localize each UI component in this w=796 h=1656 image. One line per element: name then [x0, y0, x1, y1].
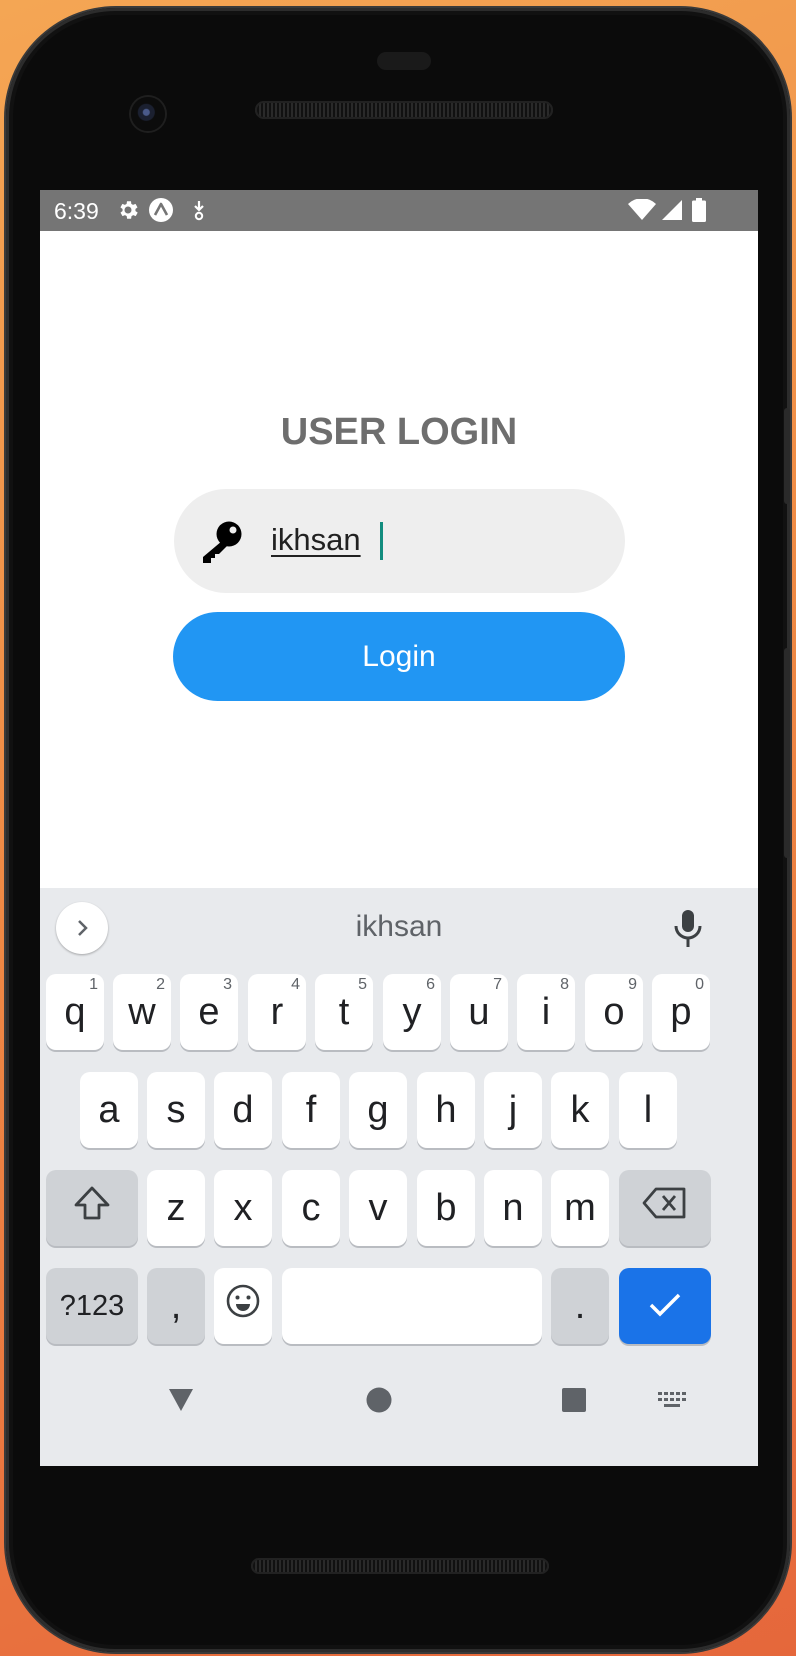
bottom-speaker-grill — [251, 1558, 549, 1574]
key-label: r — [270, 990, 284, 1033]
key-hint: 0 — [695, 976, 704, 993]
login-button[interactable]: Login — [173, 612, 625, 701]
device-screen: 6:39 USER LOGIN ikhsan Login ikhsan q 1 … — [40, 190, 758, 1466]
emoji-icon — [225, 1283, 261, 1329]
key-j[interactable]: j — [484, 1072, 542, 1148]
status-bar: 6:39 — [40, 190, 758, 231]
key-hint: 7 — [493, 976, 502, 993]
key-e[interactable]: e3 — [180, 974, 238, 1050]
key-i[interactable]: i8 — [517, 974, 575, 1050]
key-l[interactable]: l — [619, 1072, 677, 1148]
key-label: t — [338, 990, 350, 1033]
key-hint: 4 — [291, 976, 300, 993]
key-z[interactable]: z — [147, 1170, 205, 1246]
backspace-icon — [642, 1186, 688, 1230]
emoji-key[interactable] — [214, 1268, 272, 1344]
top-speaker-grill — [255, 101, 553, 119]
key-label: y — [402, 990, 422, 1033]
key-label: e — [198, 990, 220, 1033]
comma-key[interactable]: , — [147, 1268, 205, 1344]
key-b[interactable]: b — [417, 1170, 475, 1246]
key-u[interactable]: u7 — [450, 974, 508, 1050]
back-icon[interactable] — [166, 1384, 196, 1419]
key-hint: 1 — [89, 976, 98, 993]
download-icon — [186, 197, 212, 223]
key-hint: 3 — [223, 976, 232, 993]
gear-icon — [115, 197, 141, 223]
power-button — [784, 648, 790, 858]
key-label: q — [64, 990, 86, 1033]
key-c[interactable]: c — [282, 1170, 340, 1246]
key-k[interactable]: k — [551, 1072, 609, 1148]
key-q[interactable]: q1 — [46, 974, 104, 1050]
key-hint: 2 — [156, 976, 165, 993]
key-label: i — [541, 990, 551, 1033]
key-label: w — [128, 990, 156, 1033]
key-hint: 9 — [628, 976, 637, 993]
key-w[interactable]: w2 — [113, 974, 171, 1050]
wifi-icon — [627, 197, 657, 223]
checkmark-icon — [648, 1285, 682, 1328]
key-a[interactable]: a — [80, 1072, 138, 1148]
username-value: ikhsan — [271, 522, 361, 557]
key-label: o — [603, 990, 625, 1033]
key-t[interactable]: t5 — [315, 974, 373, 1050]
key-x[interactable]: x — [214, 1170, 272, 1246]
username-input[interactable]: ikhsan — [271, 522, 361, 558]
key-h[interactable]: h — [417, 1072, 475, 1148]
key-o[interactable]: o9 — [585, 974, 643, 1050]
volume-button — [784, 408, 790, 504]
text-caret — [380, 522, 383, 560]
login-screen: USER LOGIN ikhsan Login — [40, 231, 758, 881]
shift-icon — [72, 1185, 112, 1231]
key-d[interactable]: d — [214, 1072, 272, 1148]
navigation-bar — [40, 1346, 758, 1466]
symbols-key[interactable]: ?123 — [46, 1268, 138, 1344]
username-field[interactable]: ikhsan — [174, 489, 625, 593]
space-key[interactable] — [282, 1268, 542, 1344]
key-r[interactable]: r4 — [248, 974, 306, 1050]
shift-key[interactable] — [46, 1170, 138, 1246]
microphone-icon[interactable] — [668, 906, 708, 950]
status-time: 6:39 — [54, 198, 99, 224]
suggestion-bar: ikhsan — [40, 888, 758, 966]
backspace-key[interactable] — [619, 1170, 711, 1246]
key-n[interactable]: n — [484, 1170, 542, 1246]
page-title: USER LOGIN — [280, 411, 518, 453]
front-camera — [131, 97, 165, 131]
earpiece — [377, 52, 431, 70]
key-v[interactable]: v — [349, 1170, 407, 1246]
key-s[interactable]: s — [147, 1072, 205, 1148]
key-label: u — [468, 990, 490, 1033]
key-hint: 8 — [560, 976, 569, 993]
keyboard-switch-icon[interactable] — [658, 1392, 688, 1413]
key-f[interactable]: f — [282, 1072, 340, 1148]
soft-keyboard: ikhsan q1 w2 e3 r4 t5 y6 u7 i8 o9 p0 a s… — [40, 888, 758, 1466]
key-label: p — [670, 990, 692, 1033]
key-icon — [200, 517, 248, 565]
period-key[interactable]: . — [551, 1268, 609, 1344]
key-hint: 6 — [426, 976, 435, 993]
home-icon[interactable] — [365, 1386, 393, 1419]
cellular-icon — [659, 197, 685, 223]
key-y[interactable]: y6 — [383, 974, 441, 1050]
battery-icon — [689, 197, 709, 223]
key-g[interactable]: g — [349, 1072, 407, 1148]
expo-icon — [148, 197, 174, 223]
key-p[interactable]: p0 — [652, 974, 710, 1050]
suggestion-word[interactable]: ikhsan — [40, 910, 758, 944]
done-key[interactable] — [619, 1268, 711, 1344]
recents-icon[interactable] — [561, 1387, 587, 1418]
key-m[interactable]: m — [551, 1170, 609, 1246]
key-hint: 5 — [358, 976, 367, 993]
